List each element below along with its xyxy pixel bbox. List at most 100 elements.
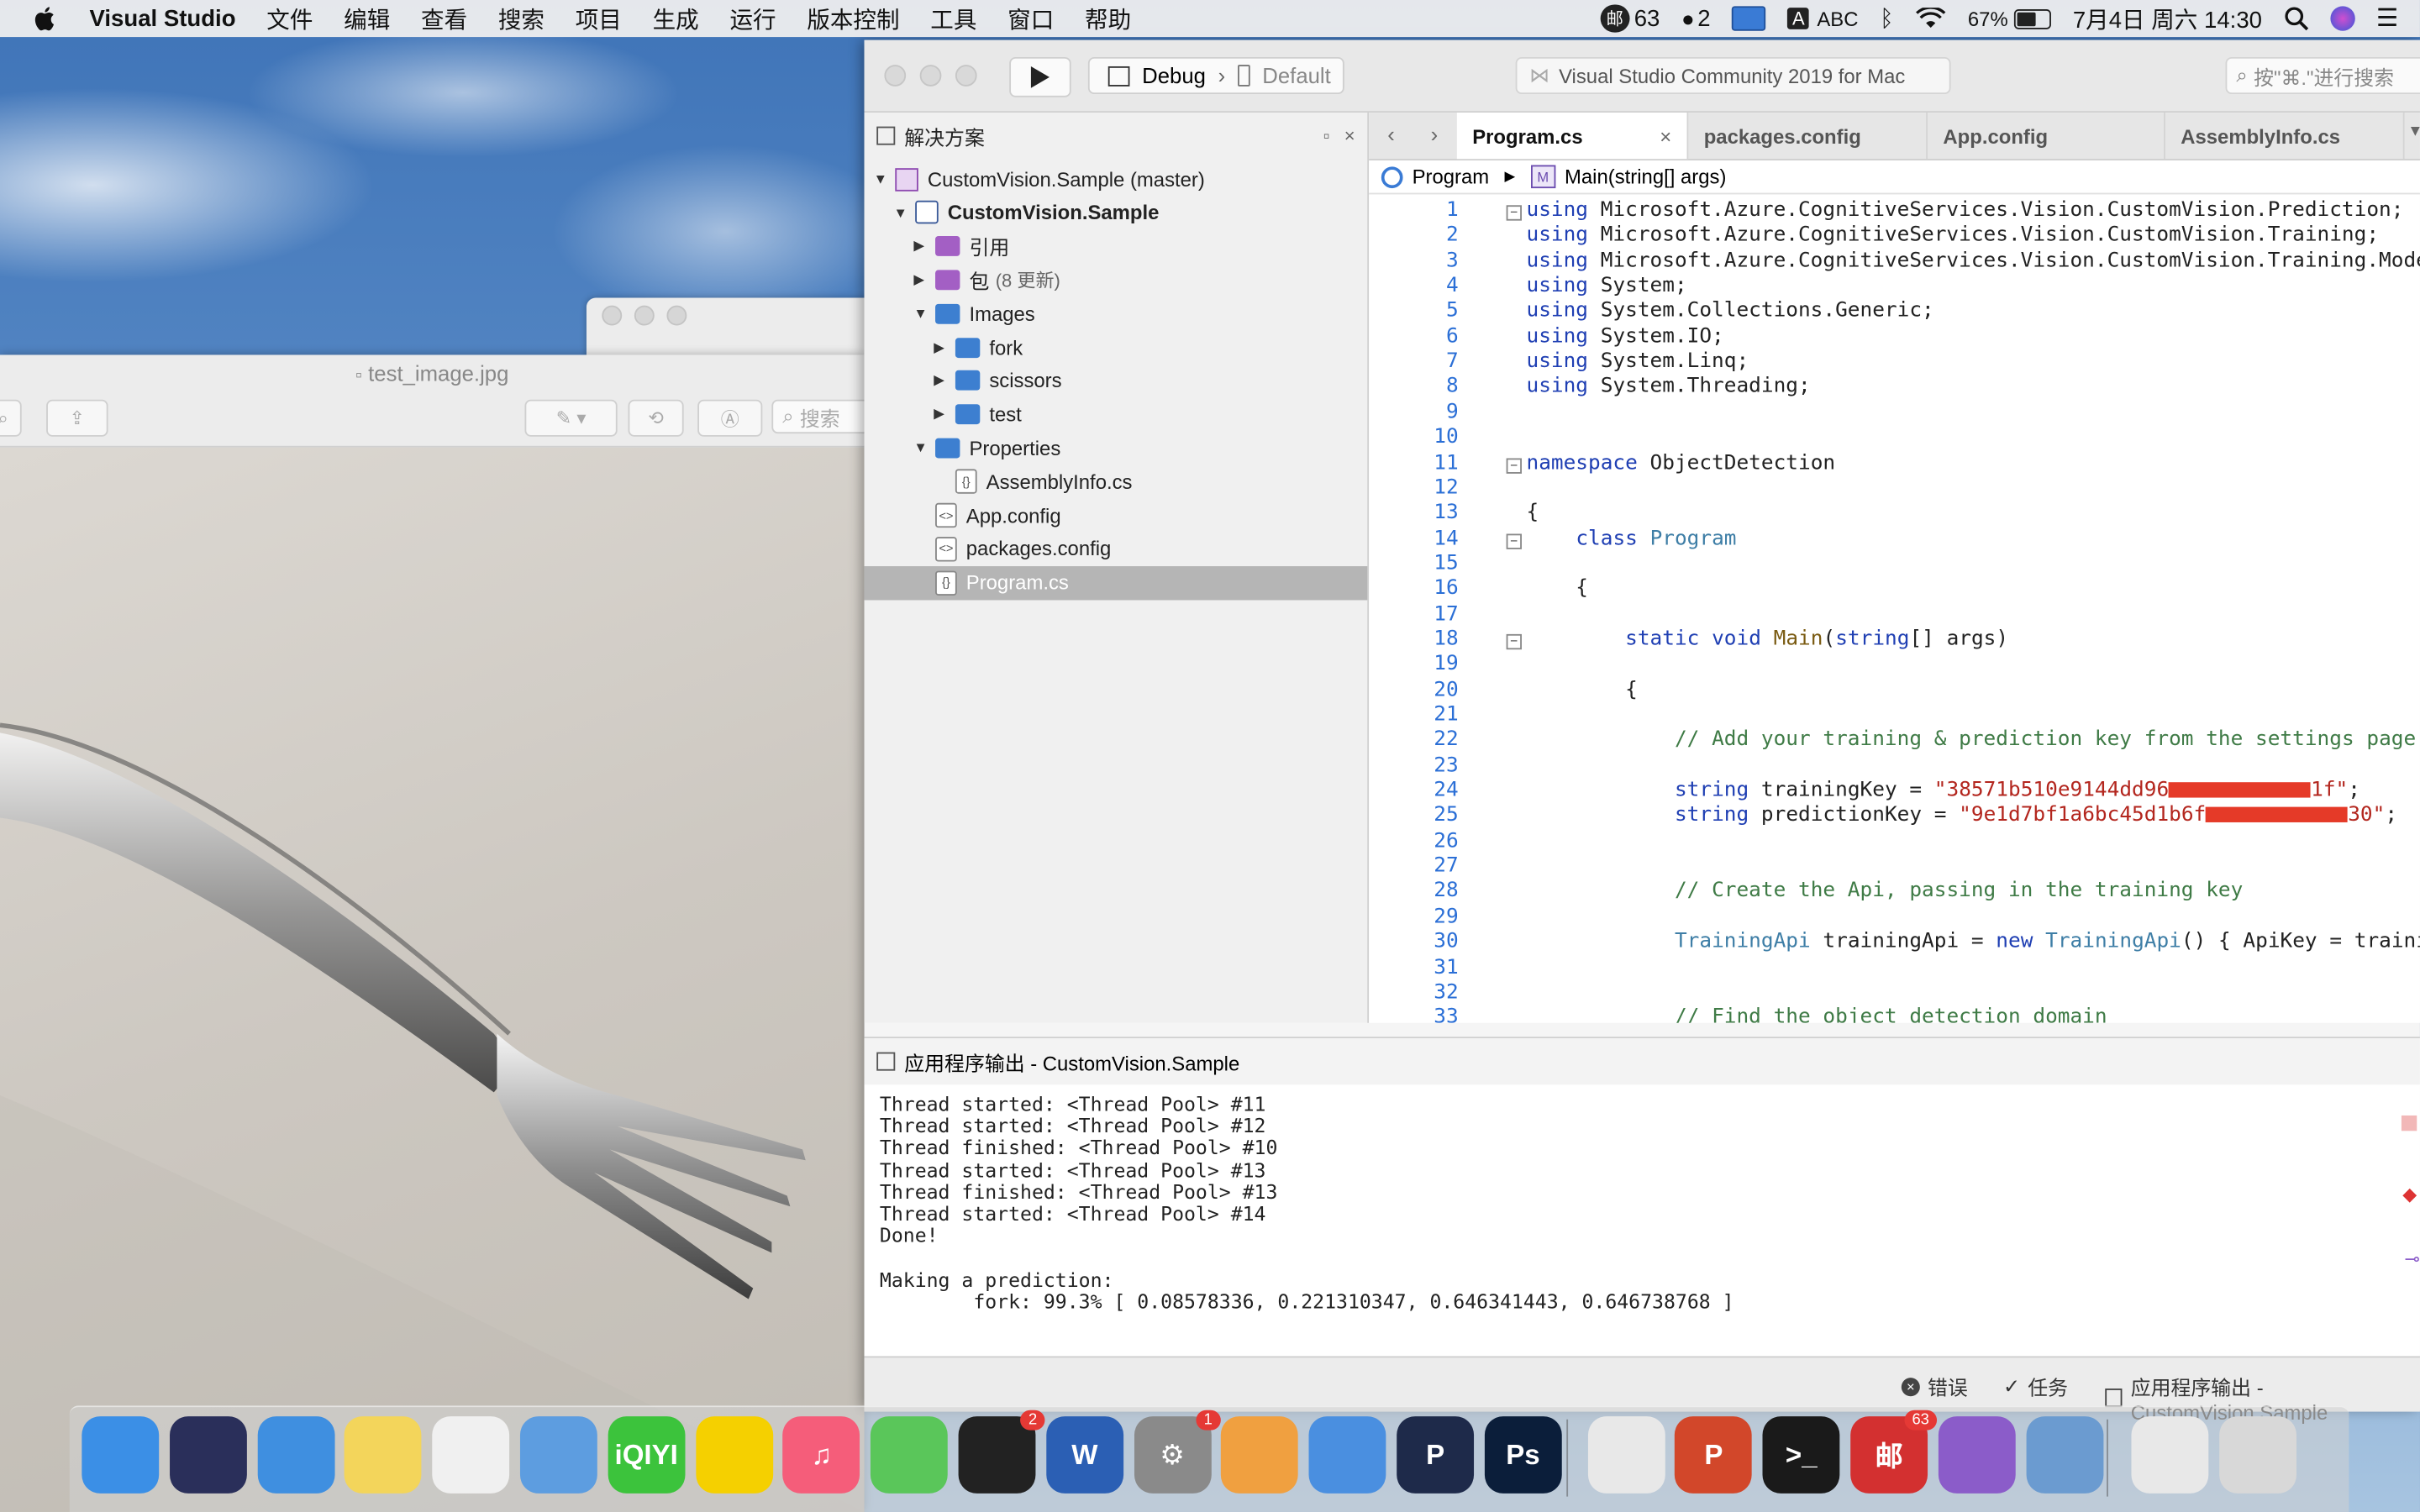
code-line[interactable]: 10 <box>1369 426 2420 451</box>
errors-button[interactable]: × 错误 <box>1901 1372 1968 1401</box>
dock-app-photos[interactable] <box>432 1416 510 1494</box>
spotlight-search-icon[interactable] <box>2284 6 2308 31</box>
code-line[interactable]: 11 − namespace ObjectDetection <box>1369 451 2420 476</box>
fold-toggle-icon[interactable]: − <box>1506 633 1522 650</box>
collapsed-arrow-icon[interactable]: ▶ <box>913 271 929 288</box>
code-line[interactable]: 23 <box>1369 754 2420 780</box>
share-button[interactable]: ⇪ <box>46 399 108 437</box>
tab-app-config[interactable]: App.config <box>1928 113 2165 160</box>
dock-app-siri[interactable] <box>169 1416 247 1494</box>
fold-toggle-icon[interactable]: − <box>1506 457 1522 473</box>
close-window-button[interactable] <box>884 65 907 87</box>
tree-item[interactable]: ▶ fork <box>865 330 1368 364</box>
dock-app-qq[interactable]: 2 <box>958 1410 1045 1494</box>
code-line[interactable]: 2 using Microsoft.Azure.CognitiveServices… <box>1369 224 2420 249</box>
dock-app-finder[interactable] <box>82 1416 160 1494</box>
dock-app-wechat[interactable] <box>871 1416 949 1494</box>
dock-app-netease-mail[interactable]: 邮 63 <box>1850 1410 1938 1494</box>
collapsed-arrow-icon[interactable]: ▶ <box>934 372 949 389</box>
collapsed-arrow-icon[interactable]: ▶ <box>934 406 949 423</box>
code-line[interactable]: 22 // Add your training & prediction key… <box>1369 729 2420 754</box>
menu-view[interactable]: 查看 <box>421 3 467 35</box>
pad-close-icon[interactable]: × <box>1344 125 1355 147</box>
code-line[interactable]: 5 using System.Collections.Generic; <box>1369 300 2420 325</box>
code-line[interactable]: 26 <box>1369 830 2420 855</box>
code-line[interactable]: 13 { <box>1369 501 2420 527</box>
tree-item[interactable]: ▶ 包 (8 更新) <box>865 263 1368 297</box>
menu-project[interactable]: 项目 <box>576 3 622 35</box>
code-line[interactable]: 28 // Create the Api, passing in the tra… <box>1369 880 2420 906</box>
configuration-selector[interactable]: Debug › Default <box>1087 56 1344 95</box>
breadcrumb-class[interactable]: Program <box>1413 165 1490 189</box>
nav-back-icon[interactable]: ‹ <box>1387 122 1395 146</box>
preview-window[interactable]: ▫ test_image.jpg ⌕ ⇪ ✎ ▾ ⟲ Ⓐ ⌕ 搜索 <box>0 354 880 1512</box>
vs-search-field[interactable]: ⌕ 按"⌘."进行搜索 <box>2225 56 2420 95</box>
zoom-out-button[interactable]: ⌕ <box>0 399 22 437</box>
tree-item[interactable]: {} Program.cs <box>864 565 1368 600</box>
code-line[interactable]: 9 <box>1369 401 2420 426</box>
collapsed-arrow-icon[interactable]: ▶ <box>913 238 929 255</box>
code-line[interactable]: 19 <box>1369 653 2420 678</box>
dock-app-safari[interactable] <box>256 1416 334 1494</box>
nav-forward-icon[interactable]: › <box>1431 122 1439 146</box>
code-line[interactable]: 31 <box>1369 956 2420 981</box>
dock-app-powerpoint[interactable]: P <box>1675 1416 1753 1494</box>
tab-close-icon[interactable]: × <box>1660 124 1671 148</box>
tab-packages-config[interactable]: packages.config <box>1688 113 1928 160</box>
code-line[interactable]: 7 using System.Linq; <box>1369 350 2420 375</box>
code-line[interactable]: 21 <box>1369 704 2420 729</box>
markup-button[interactable]: ✎ ▾ <box>524 399 618 437</box>
code-line[interactable]: 18 − static void Main(string[] args) <box>1369 627 2420 653</box>
dock-app-word[interactable]: W <box>1045 1416 1123 1494</box>
code-line[interactable]: 12 <box>1369 476 2420 501</box>
clear-icon[interactable]: ◆ <box>2402 1184 2417 1205</box>
output-side-icon-1[interactable] <box>2401 1115 2417 1131</box>
notification-center-icon[interactable]: ☰ <box>2376 3 2398 34</box>
wifi-icon[interactable] <box>1915 8 1946 29</box>
code-line[interactable]: 14 − class Program <box>1369 527 2420 552</box>
menu-search[interactable]: 搜索 <box>498 3 544 35</box>
rotate-button[interactable]: ⟲ <box>628 399 684 437</box>
code-line[interactable]: 32 <box>1369 981 2420 1006</box>
app-menu[interactable]: Visual Studio <box>90 5 236 31</box>
code-line[interactable]: 1 − using Microsoft.Azure.CognitiveService… <box>1369 199 2420 224</box>
tree-item[interactable]: <> App.config <box>865 498 1368 532</box>
code-line[interactable]: 3 using Microsoft.Azure.CognitiveServices… <box>1369 249 2420 275</box>
tabs-overflow-icon[interactable]: ▼ <box>2407 123 2420 140</box>
fold-toggle-icon[interactable]: − <box>1506 533 1522 549</box>
code-line[interactable]: 30 TrainingApi trainingApi = new Trainin… <box>1369 931 2420 956</box>
tree-item[interactable]: ▶ 引用 <box>865 229 1368 263</box>
dock-app-photoshop[interactable]: Ps <box>1484 1416 1562 1494</box>
expanded-arrow-icon[interactable]: ▼ <box>893 205 908 220</box>
dock-app-chrome[interactable] <box>1587 1416 1665 1494</box>
expanded-arrow-icon[interactable]: ▼ <box>913 306 929 321</box>
code-line[interactable]: 33 // Find the object detection domain <box>1369 1006 2420 1023</box>
tree-item[interactable]: ▼ CustomVision.Sample (master) <box>865 162 1368 196</box>
tree-item[interactable]: <> packages.config <box>865 532 1368 565</box>
battery-status[interactable]: 67% <box>1968 7 2052 30</box>
code-line[interactable]: 29 <box>1369 906 2420 931</box>
code-area[interactable]: 1− using Microsoft.Azure.CognitiveService… <box>1369 196 2420 1023</box>
pad-dock-icon[interactable]: ▫ <box>1323 125 1330 147</box>
code-line[interactable]: 20 { <box>1369 678 2420 703</box>
annotate-button[interactable]: Ⓐ <box>697 399 763 437</box>
tree-item[interactable]: ▼ CustomVision.Sample <box>865 196 1368 229</box>
menu-file[interactable]: 文件 <box>266 3 313 35</box>
dock-app-terminal[interactable]: >_ <box>1762 1416 1840 1494</box>
pin-icon[interactable]: ⊸ <box>2404 1248 2419 1270</box>
dock-app-qq-music[interactable] <box>695 1416 773 1494</box>
mail-status-item[interactable]: 邮 63 <box>1600 4 1660 33</box>
menu-tools[interactable]: 工具 <box>930 3 976 35</box>
tree-item[interactable]: {} AssemblyInfo.cs <box>865 465 1368 498</box>
code-line[interactable]: 17 <box>1369 602 2420 627</box>
dock-app-pages[interactable] <box>1221 1416 1299 1494</box>
code-line[interactable]: 27 <box>1369 855 2420 880</box>
display-icon[interactable] <box>1732 6 1766 31</box>
tree-item[interactable]: ▶ scissors <box>865 364 1368 397</box>
code-line[interactable]: 4 using System; <box>1369 275 2420 300</box>
code-line[interactable]: 25 string predictionKey = "9e1d7bf1a6bc4… <box>1369 805 2420 830</box>
code-line[interactable]: 24 string trainingKey = "38571b510e9144d… <box>1369 780 2420 805</box>
dock-app-keynote[interactable] <box>519 1416 597 1494</box>
dock-app-notes[interactable] <box>345 1416 423 1494</box>
dock-app-iqiyi[interactable]: iQIYI <box>608 1416 686 1494</box>
